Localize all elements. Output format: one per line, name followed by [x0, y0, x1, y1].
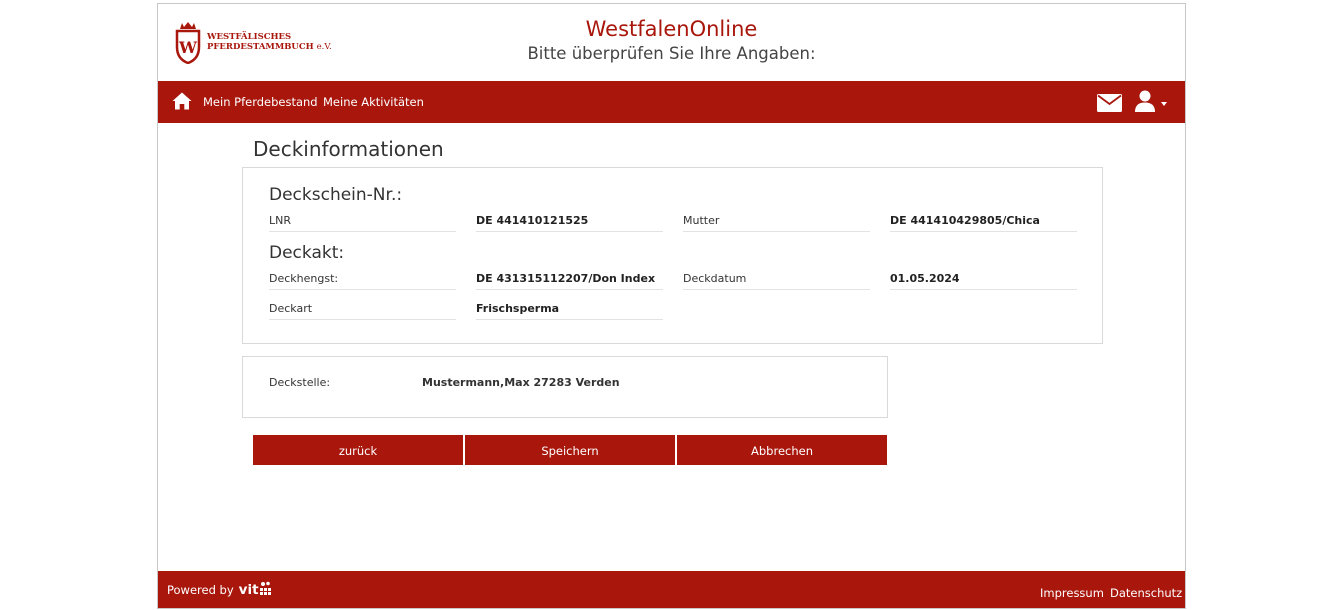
save-button[interactable]: Speichern — [465, 435, 675, 465]
app-window: W WESTFÄLISCHES PFERDESTAMMBUCH e.V. Wes… — [157, 3, 1186, 609]
mutter-value: DE 441410429805/Chica — [890, 209, 1077, 232]
powered-by-label: Powered by — [167, 582, 234, 597]
section-title: Deckinformationen — [253, 137, 444, 161]
mutter-label: Mutter — [683, 209, 870, 232]
app-title: WestfalenOnline — [585, 17, 758, 41]
user-icon[interactable] — [1135, 90, 1155, 112]
deckstelle-value: Mustermann,Max 27283 Verden — [422, 376, 620, 389]
cancel-button[interactable]: Abbrechen — [677, 435, 887, 465]
deckhengst-value: DE 431315112207/Don Index — [476, 267, 663, 290]
deckart-value: Frischsperma — [476, 297, 663, 320]
lnr-label: LNR — [269, 209, 456, 232]
lnr-value: DE 441410121525 — [476, 209, 663, 232]
page-subtitle: Bitte überprüfen Sie Ihre Angaben: — [527, 44, 816, 63]
deckakt-heading: Deckakt: — [269, 243, 345, 263]
home-icon[interactable] — [172, 91, 192, 111]
mail-icon[interactable] — [1097, 94, 1122, 112]
impressum-link[interactable]: Impressum — [1040, 586, 1104, 600]
user-menu[interactable] — [1135, 90, 1167, 112]
deckart-label: Deckart — [269, 297, 456, 320]
powered-by: Powered by vit — [167, 581, 273, 598]
deckschein-heading: Deckschein-Nr.: — [269, 185, 403, 205]
navbar: Mein Pferdebestand Meine Aktivitäten — [158, 81, 1185, 123]
vit-logo-icon — [259, 581, 271, 595]
datenschutz-link[interactable]: Datenschutz — [1110, 586, 1182, 600]
nav-item-aktivitaeten[interactable]: Meine Aktivitäten — [323, 95, 424, 109]
deckstelle-panel: Deckstelle: Mustermann,Max 27283 Verden — [242, 356, 888, 418]
deck-info-panel: Deckschein-Nr.: LNR DE 441410121525 Mutt… — [242, 167, 1103, 344]
footer: Powered by vit Impressum Datenschutz — [158, 571, 1185, 608]
vit-logo: vit — [238, 581, 259, 598]
deckhengst-label: Deckhengst: — [269, 267, 456, 290]
page-header: W WESTFÄLISCHES PFERDESTAMMBUCH e.V. Wes… — [158, 4, 1185, 81]
nav-item-pferdebestand[interactable]: Mein Pferdebestand — [203, 95, 318, 109]
deckdatum-value: 01.05.2024 — [890, 267, 1077, 290]
deckdatum-label: Deckdatum — [683, 267, 870, 290]
back-button[interactable]: zurück — [253, 435, 463, 465]
caret-down-icon[interactable] — [1161, 102, 1167, 106]
deckstelle-label: Deckstelle: — [269, 376, 331, 389]
